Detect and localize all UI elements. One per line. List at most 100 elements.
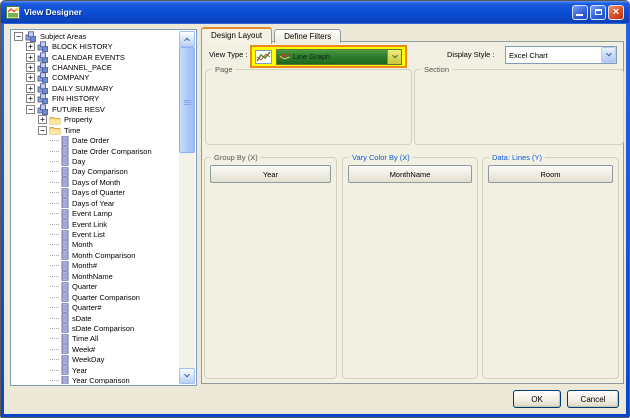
expand-icon[interactable]: + [26,73,35,82]
field-room[interactable]: Room [488,165,613,183]
tree-item-label: DAILY SUMMARY [52,84,113,93]
tree-item[interactable]: Time All [12,334,179,344]
expand-icon[interactable]: + [38,115,47,124]
tab-define-filters[interactable]: Define Filters [274,29,341,43]
tree-item[interactable]: +COMPANY [12,73,179,83]
page-dropzone[interactable]: Page [205,69,412,145]
tree-item[interactable]: WeekDay [12,355,179,365]
ok-button[interactable]: OK [513,390,561,408]
collapse-icon[interactable]: − [14,32,23,41]
scrollbar-thumb[interactable] [179,47,195,153]
tree-item-label: Subject Areas [40,32,86,41]
tree-item[interactable]: Month [12,240,179,250]
minimize-button[interactable] [572,5,588,20]
tree-item[interactable]: Date Order Comparison [12,146,179,156]
close-button[interactable]: × [608,5,624,20]
tree-item[interactable]: MonthName [12,271,179,281]
tree-indent [12,213,50,214]
tree-item[interactable]: sDate [12,313,179,323]
tree-item[interactable]: Days of Year [12,198,179,208]
tree-item[interactable]: Date Order [12,135,179,145]
chevron-down-icon [606,51,612,57]
scroll-up-button[interactable] [179,31,195,47]
tree-item[interactable]: Year Comparison [12,375,179,384]
tree-item[interactable]: −Time [12,125,179,135]
tree-item[interactable]: Week# [12,344,179,354]
tree-item[interactable]: Event List [12,229,179,239]
chevron-down-icon [184,372,190,378]
group-by-dropzone[interactable]: Group By (X) Year [204,157,337,379]
tree-item[interactable]: Quarter# [12,302,179,312]
titlebar[interactable]: View Designer × [1,1,629,23]
tree-item[interactable]: Days of Quarter [12,188,179,198]
tree-item[interactable]: Event Lamp [12,208,179,218]
tree-item[interactable]: + DAILY SUMMARY [12,83,179,93]
tree-connector [50,171,59,172]
tree-item[interactable]: Quarter [12,282,179,292]
line-graph-icon [255,50,272,64]
view-designer-dialog: View Designer × − Subject Areas + BLOCK HIS… [0,0,630,418]
tree-item[interactable]: + FIN HISTORY [12,94,179,104]
tree-indent [12,151,50,152]
tree-item[interactable]: Days of Month [12,177,179,187]
vary-color-dropzone[interactable]: Vary Color By (X) MonthName [342,157,478,379]
field-year[interactable]: Year [210,165,331,183]
field-icon [61,365,69,375]
tree-item-label: Date Order [72,136,109,145]
tree-item[interactable]: + BLOCK HISTORY [12,41,179,51]
tree-item[interactable]: +Property [12,115,179,125]
expand-icon[interactable]: + [26,94,35,103]
display-style-dropdown-button[interactable] [601,47,616,63]
cancel-button[interactable]: Cancel [567,390,619,408]
field-monthname[interactable]: MonthName [348,165,472,183]
tree-scrollbar[interactable] [179,31,195,384]
tree-connector [50,286,59,287]
expand-icon[interactable]: + [26,42,35,51]
tree-indent [12,130,38,131]
cube-icon [37,83,49,94]
view-type-dropdown-button[interactable] [387,50,401,64]
field-icon [61,282,69,292]
section-dropzone[interactable]: Section [414,69,624,145]
tree-item[interactable]: Quarter Comparison [12,292,179,302]
tree-item[interactable]: Year [12,365,179,375]
tree-connector [50,192,59,193]
tab-design-layout[interactable]: Design Layout [201,27,272,44]
tree-connector [50,161,59,162]
tree-item[interactable]: Month# [12,261,179,271]
collapse-icon[interactable]: − [26,105,35,114]
tree-item[interactable]: − Subject Areas [12,31,179,41]
group-by-label: Group By (X) [211,153,261,162]
tree-indent [12,57,26,58]
tree-item-label: Days of Quarter [72,188,125,197]
tree-item[interactable]: Month Comparison [12,250,179,260]
tree-item[interactable]: Event Link [12,219,179,229]
tree-indent [12,234,50,235]
tree-item-label: Day Comparison [72,167,128,176]
expand-icon[interactable]: + [26,84,35,93]
tree-connector [50,140,59,141]
tree-indent [12,140,50,141]
data-lines-dropzone[interactable]: Data: Lines (Y) Room [482,157,619,379]
tree-item[interactable]: +CHANNEL_PACE [12,62,179,72]
tree-item[interactable]: Day [12,156,179,166]
collapse-icon[interactable]: − [38,126,47,135]
close-icon: × [613,7,619,18]
tree-item-label: Event Lamp [72,209,112,218]
expand-icon[interactable]: + [26,63,35,72]
scroll-down-button[interactable] [179,368,195,384]
field-icon [61,198,69,208]
maximize-button[interactable] [590,5,606,20]
tree-item[interactable]: +CALENDAR EVENTS [12,52,179,62]
tree-indent [12,307,50,308]
app-icon [6,6,20,19]
tree-item-label: FIN HISTORY [52,94,99,103]
display-style-select[interactable]: Excel Chart [505,46,617,64]
view-type-select[interactable]: Line Graph [276,49,402,65]
tree-item[interactable]: −FUTURE RESV [12,104,179,114]
tree-item[interactable]: sDate Comparison [12,323,179,333]
tree-indent [12,297,50,298]
tree-item[interactable]: Day Comparison [12,167,179,177]
expand-icon[interactable]: + [26,53,35,62]
tree-item-label: BLOCK HISTORY [52,42,113,51]
